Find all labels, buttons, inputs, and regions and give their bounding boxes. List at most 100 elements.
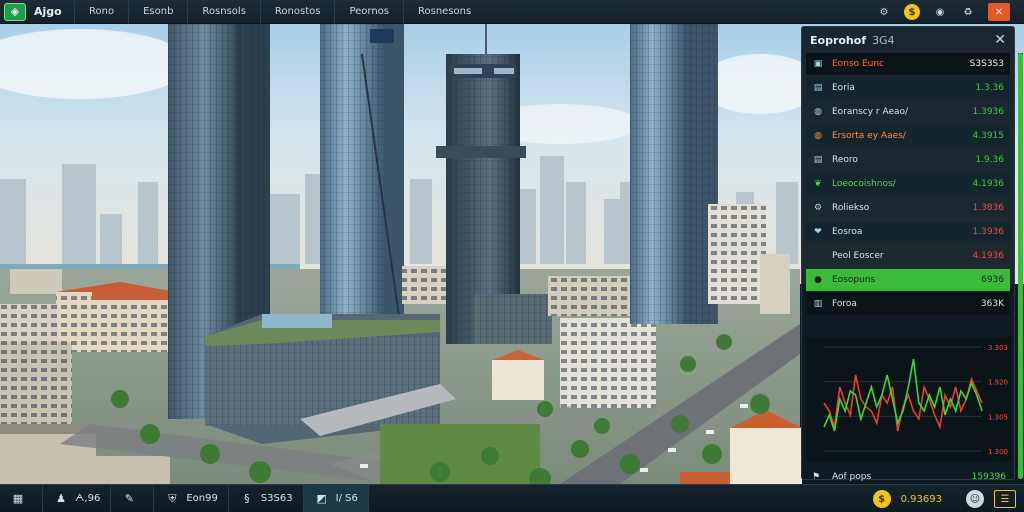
city-logo-icon[interactable]: ◈ bbox=[4, 2, 26, 21]
menu-item-0[interactable]: Rono bbox=[74, 0, 128, 24]
stat-label: Loeocoishnos/ bbox=[832, 179, 896, 189]
pencil-icon: ✎ bbox=[124, 492, 134, 505]
stat-label: Eoranscy r Aeao/ bbox=[832, 107, 909, 117]
stat-value: S3S3S3 bbox=[969, 59, 1004, 69]
stat-value: 1.3936 bbox=[972, 107, 1005, 117]
settings-icon[interactable]: ⚙ bbox=[876, 4, 892, 20]
stat-label: Eosopuns bbox=[832, 275, 876, 285]
cube-icon: ◩ bbox=[316, 492, 327, 505]
stat-label: Eosroa bbox=[832, 227, 863, 237]
menu-item-1[interactable]: Esonb bbox=[128, 0, 187, 24]
stat-row[interactable]: ▣ Eonso Eunc S3S3S3 bbox=[806, 53, 1010, 75]
document-icon: ▤ bbox=[813, 83, 823, 93]
stat-label: Eoria bbox=[832, 83, 855, 93]
panel-scrollbar-thumb[interactable] bbox=[1018, 53, 1023, 479]
panel-scrollbar[interactable] bbox=[1018, 53, 1023, 479]
stat-value: 1.3.36 bbox=[975, 83, 1004, 93]
stat-value: 363K bbox=[980, 299, 1004, 309]
stat-label: Foroa bbox=[832, 299, 857, 309]
panel-title: Eoprohof bbox=[810, 33, 867, 47]
chart-tick-label: 1.920 bbox=[988, 379, 1008, 387]
stat-row[interactable]: Peol Eoscer 4.1936 bbox=[806, 245, 1010, 267]
bottom-right-group: $ 0.93693 ☺ ☰ bbox=[872, 485, 1024, 512]
menu-icon[interactable]: ☰ bbox=[994, 490, 1016, 508]
chart-tick-label: 3.303 bbox=[988, 344, 1008, 352]
chart-icon: ▥ bbox=[813, 299, 823, 309]
stat-value: 4.1936 bbox=[972, 179, 1005, 189]
bottom-item-population[interactable]: ♟ ᗅ,96 bbox=[43, 484, 112, 512]
bottom-item-security[interactable]: ⛨ Eon99 bbox=[154, 484, 229, 512]
population-value: ᗅ,96 bbox=[75, 493, 101, 504]
security-value: Eon99 bbox=[186, 493, 218, 504]
chart-tick-label: 1.305 bbox=[988, 413, 1008, 421]
stat-label: Eonso Eunc bbox=[832, 59, 884, 69]
stat-row[interactable]: ⚙ Roliekso 1.3836 bbox=[806, 197, 1010, 219]
top-menu-bar: ◈ Ajgo Rono Esonb Rosnsols Ronostos Peor… bbox=[0, 0, 1024, 24]
stat-label: Ersorta ey Aaes/ bbox=[832, 131, 906, 141]
avatar-icon[interactable]: ☺ bbox=[966, 490, 984, 508]
menu-item-3[interactable]: Ronostos bbox=[259, 0, 335, 24]
panel-header: Eoprohof 3G4 ✕ bbox=[802, 27, 1014, 53]
stat-value: 1.3836 bbox=[972, 203, 1005, 213]
stat-row[interactable]: ▤ Reoro 1.9.36 bbox=[806, 149, 1010, 171]
stat-row[interactable]: ● Eosopuns 6936 bbox=[806, 269, 1010, 291]
stat-row[interactable]: ❦ Loeocoishnos/4.1936 bbox=[806, 173, 1010, 195]
panel-footer[interactable]: ⚑ Aof pops 159396 bbox=[806, 469, 1012, 485]
bottom-toolbar: ▦ ♟ ᗅ,96 ✎ ⛨ Eon99 § S3S63 ◩ I/ S6 $ 0.9… bbox=[0, 484, 1024, 512]
panel-close-icon[interactable]: ✕ bbox=[994, 32, 1006, 48]
money-icon: § bbox=[244, 492, 250, 505]
stat-value: 4.1936 bbox=[972, 251, 1005, 261]
flag-icon: ⚑ bbox=[812, 472, 821, 482]
stat-row[interactable]: ❤ Eosroa 1.3936 bbox=[806, 221, 1010, 243]
stat-value: 6936 bbox=[981, 275, 1004, 285]
chart-tick-label: 1.300 bbox=[988, 448, 1008, 456]
footer-value: 159396 bbox=[971, 472, 1006, 482]
stat-row[interactable]: ▤ Eoria 1.3.36 bbox=[806, 77, 1010, 99]
coin-icon[interactable]: $ bbox=[872, 490, 891, 508]
bottom-item-grid[interactable]: ▦ bbox=[0, 484, 43, 512]
close-icon[interactable]: ✕ bbox=[988, 3, 1010, 21]
globe-icon: ◍ bbox=[814, 131, 822, 141]
trend-chart: 3.303 1.920 1.305 1.300 bbox=[806, 337, 1012, 461]
bottom-item-edit[interactable]: ✎ bbox=[111, 484, 155, 512]
grid-icon: ▦ bbox=[12, 492, 24, 505]
treasury-value: 0.93693 bbox=[900, 493, 942, 505]
money-value: S3S63 bbox=[260, 493, 293, 504]
globe-icon: ◍ bbox=[814, 107, 822, 117]
menu-item-4[interactable]: Peornos bbox=[334, 0, 403, 24]
stat-label: Reoro bbox=[832, 155, 858, 165]
shield-icon: ⛨ bbox=[168, 491, 177, 505]
menu-item-2[interactable]: Rosnsols bbox=[187, 0, 259, 24]
menu-item-5[interactable]: Rosnesons bbox=[403, 0, 485, 24]
blank-icon bbox=[812, 250, 824, 262]
panel-title-suffix: 3G4 bbox=[872, 33, 895, 47]
document-icon: ▤ bbox=[813, 155, 823, 165]
stat-row[interactable]: ◍ Eoranscy r Aeao/1.3936 bbox=[806, 101, 1010, 123]
stat-row[interactable]: ▥ Foroa 363K bbox=[806, 293, 1010, 315]
globe-icon[interactable]: ◉ bbox=[932, 4, 948, 20]
bottom-item-money[interactable]: § S3S63 bbox=[229, 484, 304, 512]
top-icon-group: ⚙ $ ◉ ♻ ✕ bbox=[870, 0, 1024, 24]
footer-label: Aof pops bbox=[832, 472, 872, 482]
recycle-icon[interactable]: ♻ bbox=[960, 4, 976, 20]
stat-value: 1.3936 bbox=[972, 227, 1005, 237]
stats-list: ▣ Eonso Eunc S3S3S3 ▤ Eoria 1.3.36 ◍ Eoranscy r… bbox=[802, 53, 1014, 315]
stat-row[interactable]: ◍ Ersorta ey Aaes/4.3915 bbox=[806, 125, 1010, 147]
build-value: I/ S6 bbox=[335, 493, 358, 504]
app-title: Ajgo bbox=[34, 5, 62, 18]
coin-icon: ● bbox=[814, 275, 822, 285]
wallet-icon: ▣ bbox=[813, 59, 823, 69]
stat-value: 4.3915 bbox=[972, 131, 1005, 141]
stat-value: 1.9.36 bbox=[975, 155, 1004, 165]
population-icon: ♟ bbox=[56, 492, 66, 505]
trend-chart-svg: 3.303 1.920 1.305 1.300 bbox=[806, 337, 1012, 461]
game-screen: ◈ Ajgo Rono Esonb Rosnsols Ronostos Peor… bbox=[0, 0, 1024, 512]
coin-icon[interactable]: $ bbox=[904, 4, 920, 20]
gear-icon: ⚙ bbox=[813, 203, 823, 213]
leaf-icon: ❦ bbox=[814, 179, 822, 189]
heart-icon: ❤ bbox=[814, 227, 822, 237]
stat-label: Peol Eoscer bbox=[832, 251, 884, 261]
stat-label: Roliekso bbox=[832, 203, 870, 213]
economy-panel: Eoprohof 3G4 ✕ ▣ Eonso Eunc S3S3S3 ▤ Eoria 1.… bbox=[801, 26, 1023, 482]
bottom-item-build[interactable]: ◩ I/ S6 bbox=[303, 484, 369, 512]
